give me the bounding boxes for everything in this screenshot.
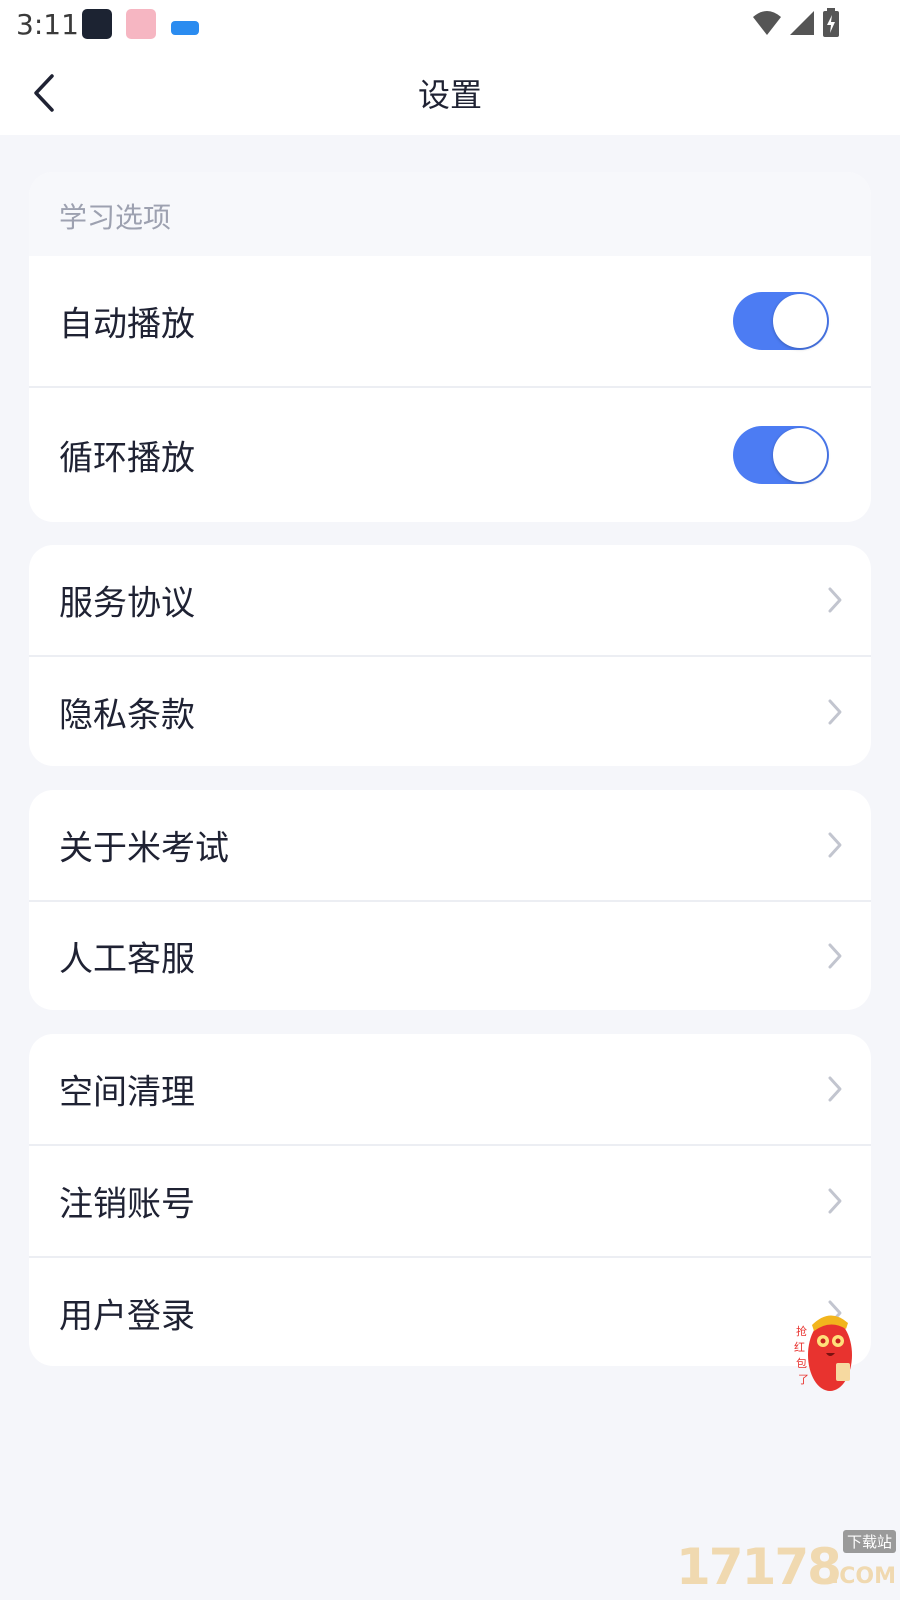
chevron-right-icon [828,832,842,858]
study-options-card: 学习选项 自动播放 循环播放 [29,172,871,522]
mascot-text-1: 抢 [796,1324,807,1338]
row-label: 关于米考试 [59,828,229,869]
chevron-right-icon [828,587,842,613]
page-title: 设置 [417,76,482,114]
mascot-text-3: 包 [796,1357,807,1370]
setting-row-about[interactable]: 关于米考试 [29,790,871,902]
mascot-text-2: 红 [794,1341,805,1354]
row-label: 循环播放 [59,438,195,479]
watermark-suffix: .COM [830,1564,896,1589]
legal-card: 服务协议 隐私条款 [29,545,871,766]
battery-icon [823,8,839,37]
row-label: 空间清理 [59,1072,195,1113]
wifi-icon [753,11,781,35]
red-packet-mascot-icon[interactable]: 抢 红 包 了 [790,1305,862,1397]
autoplay-toggle[interactable] [733,292,829,350]
chevron-right-icon [828,699,842,724]
chevron-right-icon [828,943,842,969]
clock-app-icon [82,9,112,39]
cloud-app-icon [170,9,200,39]
status-bar: 3:11 [0,0,900,50]
loop-toggle[interactable] [733,426,829,484]
row-label: 用户登录 [59,1296,195,1337]
setting-row-delete-account[interactable]: 注销账号 [29,1146,871,1258]
row-label: 隐私条款 [59,695,195,735]
row-label: 注销账号 [59,1184,195,1225]
setting-row-customer-service[interactable]: 人工客服 [29,902,871,1010]
setting-row-service-agreement[interactable]: 服务协议 [29,545,871,657]
row-label: 自动播放 [59,304,195,345]
account-card: 空间清理 注销账号 用户登录 [29,1034,871,1366]
section-header-label: 学习选项 [59,201,172,234]
row-label: 人工客服 [59,939,195,980]
chevron-right-icon [828,1076,842,1102]
row-label: 服务协议 [59,583,195,624]
watermark-number: 17178 [676,1538,842,1596]
rice-bowl-app-icon [126,9,156,39]
chevron-right-icon [828,1188,842,1214]
toggle-knob [773,294,827,348]
watermark: 17178 下载站 .COM [676,1530,896,1596]
toggle-knob [773,428,827,482]
setting-row-user-login[interactable]: 用户登录 [29,1258,871,1366]
setting-row-loop[interactable]: 循环播放 [29,388,871,522]
signal-icon [790,11,814,35]
system-icons [752,8,840,38]
setting-row-privacy-terms[interactable]: 隐私条款 [29,657,871,766]
status-time: 3:11 [16,8,79,41]
section-header: 学习选项 [29,172,871,256]
app-bar: 设置 [0,50,900,135]
setting-row-autoplay[interactable]: 自动播放 [29,256,871,388]
mascot-text-4: 了 [798,1373,809,1386]
watermark-tag: 下载站 [842,1530,896,1553]
setting-row-clear-space[interactable]: 空间清理 [29,1034,871,1146]
about-card: 关于米考试 人工客服 [29,790,871,1010]
